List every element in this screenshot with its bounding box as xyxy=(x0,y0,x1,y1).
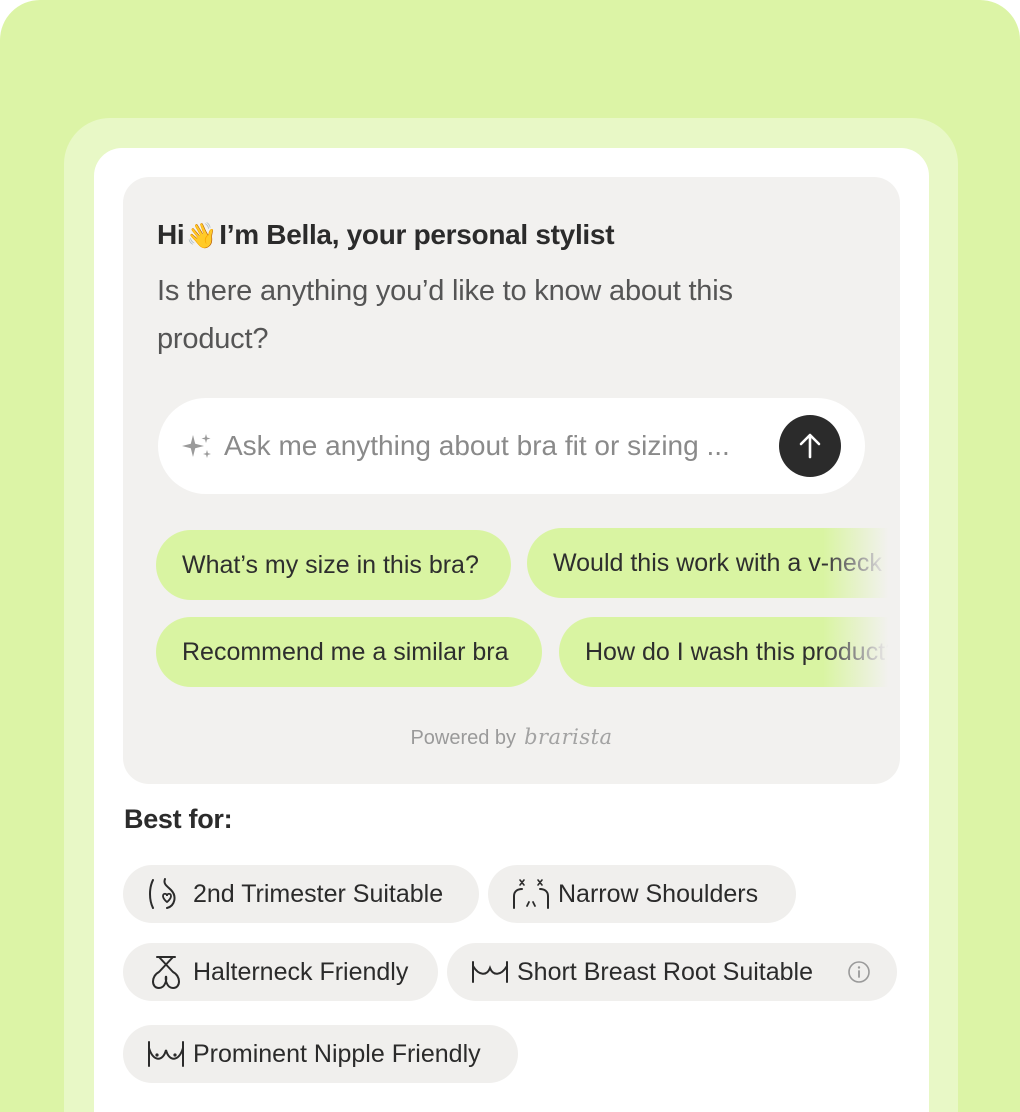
shoulders-icon xyxy=(513,879,549,909)
stylist-chat-panel: Hi👋I’m Bella, your personal stylist Is t… xyxy=(123,177,900,784)
powered-by: Powered by brarista xyxy=(123,725,900,750)
chat-search-box[interactable] xyxy=(158,398,865,494)
chips-fade-overlay xyxy=(823,517,900,697)
tag-label: 2nd Trimester Suitable xyxy=(193,879,444,908)
pregnancy-icon xyxy=(149,878,176,909)
suggestion-chip-size[interactable]: What’s my size in this bra? xyxy=(156,530,511,600)
tag-halterneck: Halterneck Friendly xyxy=(123,943,438,1001)
greeting-title: Hi👋I’m Bella, your personal stylist xyxy=(157,219,615,251)
greeting-prefix: Hi xyxy=(157,219,185,250)
brand-logo[interactable]: brarista xyxy=(524,725,613,749)
send-button[interactable] xyxy=(779,415,841,477)
suggestion-chip-similar[interactable]: Recommend me a similar bra xyxy=(156,617,542,687)
greeting-question: Is there anything you’d like to know abo… xyxy=(157,275,733,355)
arrow-up-icon xyxy=(799,433,821,459)
chat-search-input[interactable] xyxy=(224,424,784,468)
tag-narrow-shoulders: Narrow Shoulders xyxy=(488,865,796,923)
sparkle-icon xyxy=(182,434,211,458)
tag-short-breast-root: Short Breast Root Suitable xyxy=(447,943,897,1001)
best-for-heading: Best for: xyxy=(124,804,233,834)
tag-label: Narrow Shoulders xyxy=(558,879,759,908)
nipple-icon xyxy=(148,1041,184,1067)
wave-icon: 👋 xyxy=(186,222,218,250)
tag-label: Halterneck Friendly xyxy=(193,957,409,986)
greeting-text: I’m Bella, your personal stylist xyxy=(219,219,615,250)
tag-label: Short Breast Root Suitable xyxy=(517,957,813,986)
tag-2nd-trimester: 2nd Trimester Suitable xyxy=(123,865,479,923)
halterneck-icon xyxy=(152,956,180,990)
breast-root-icon xyxy=(472,961,508,983)
powered-by-label: Powered by xyxy=(410,727,517,749)
tag-label: Prominent Nipple Friendly xyxy=(193,1039,481,1068)
info-icon[interactable] xyxy=(847,960,871,984)
tag-prominent-nipple: Prominent Nipple Friendly xyxy=(123,1025,518,1083)
